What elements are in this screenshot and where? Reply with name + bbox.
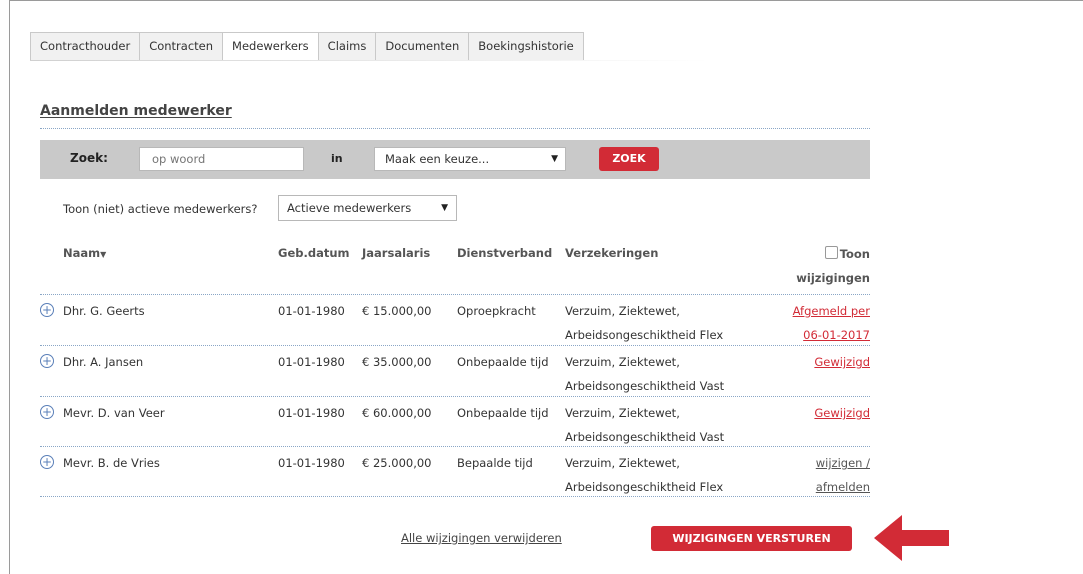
cell-jaarsalaris: € 25.000,00 <box>362 456 432 470</box>
tab-claims[interactable]: Claims <box>318 32 377 61</box>
search-bar: Zoek: in Maak een keuze... ▼ ZOEK <box>40 140 870 179</box>
table-row: + Dhr. A. Jansen 01-01-1980 € 35.000,00 … <box>40 350 870 400</box>
plus-circle-icon[interactable]: + <box>40 455 54 469</box>
status-afgemeld-link[interactable]: Afgemeld per 06-01-2017 <box>793 299 870 347</box>
divider <box>40 294 870 295</box>
divider <box>40 128 870 129</box>
caret-down-icon: ▼ <box>441 203 448 213</box>
remove-all-changes-link[interactable]: Alle wijzigingen verwijderen <box>401 531 562 545</box>
cell-verzekeringen-2: Arbeidsongeschiktheid Vast <box>565 430 725 444</box>
cell-jaarsalaris: € 60.000,00 <box>362 406 432 420</box>
divider <box>40 396 870 397</box>
plus-circle-icon[interactable]: + <box>40 354 54 368</box>
toon-wijzigingen-toggle[interactable]: Toon <box>780 246 870 261</box>
sort-down-icon: ▼ <box>100 250 107 259</box>
search-input[interactable] <box>139 147 304 171</box>
wijzigen-link[interactable]: wijzigen / <box>816 456 870 470</box>
caret-down-icon: ▼ <box>551 154 558 164</box>
checkbox-icon[interactable] <box>824 246 838 259</box>
tab-boekingshistorie[interactable]: Boekingshistorie <box>469 32 584 61</box>
search-button[interactable]: ZOEK <box>599 147 659 171</box>
status-line-1[interactable]: Gewijzigd <box>814 406 870 420</box>
wijzigingen-label: wijzigingen <box>796 271 870 285</box>
cell-verzekeringen-2: Arbeidsongeschiktheid Flex <box>565 328 724 342</box>
tab-bar: Contracthouder Contracten Medewerkers Cl… <box>30 32 584 61</box>
active-filter-select[interactable]: Actieve medewerkers ▼ <box>278 195 457 221</box>
cell-jaarsalaris: € 15.000,00 <box>362 304 432 318</box>
column-header-naam[interactable]: Naam▼ <box>63 246 106 260</box>
cell-dienstverband: Onbepaalde tijd <box>457 406 549 420</box>
cell-naam: Mevr. D. van Veer <box>63 406 165 420</box>
tab-contracthouder[interactable]: Contracthouder <box>30 32 141 61</box>
send-changes-button[interactable]: WIJZIGINGEN VERSTUREN <box>651 526 852 551</box>
column-header-dienstverband: Dienstverband <box>457 246 553 260</box>
cell-dienstverband: Bepaalde tijd <box>457 456 533 470</box>
plus-circle-icon[interactable]: + <box>40 303 54 317</box>
cell-dienstverband: Onbepaalde tijd <box>457 355 549 369</box>
status-line-1[interactable]: Gewijzigd <box>814 355 870 369</box>
cell-dienstverband: Oproepkracht <box>457 304 536 318</box>
status-wijzigen-link[interactable]: wijzigen / afmelden <box>816 451 870 499</box>
status-line-1[interactable]: Afgemeld per <box>793 304 870 318</box>
table-row: + Dhr. G. Geerts 01-01-1980 € 15.000,00 … <box>40 299 870 349</box>
column-header-gebdatum: Geb.datum <box>278 246 350 260</box>
divider <box>40 496 870 497</box>
red-arrow-left-icon <box>874 515 949 561</box>
tab-medewerkers[interactable]: Medewerkers <box>223 32 319 61</box>
search-category-value: Maak een keuze... <box>385 152 490 166</box>
cell-verzekeringen: Verzuim, Ziektewet, <box>565 406 680 420</box>
active-filter-value: Actieve medewerkers <box>287 201 412 215</box>
cell-gebdatum: 01-01-1980 <box>278 406 345 420</box>
cell-verzekeringen: Verzuim, Ziektewet, <box>565 456 680 470</box>
filter-label: Toon (niet) actieve medewerkers? <box>63 202 258 216</box>
cell-verzekeringen-2: Arbeidsongeschiktheid Flex <box>565 480 724 494</box>
tab-contracten[interactable]: Contracten <box>140 32 224 61</box>
section-title: Aanmelden medewerker <box>40 103 232 119</box>
status-gewijzigd-link[interactable]: Gewijzigd <box>814 401 870 425</box>
table-row: + Mevr. D. van Veer 01-01-1980 € 60.000,… <box>40 401 870 451</box>
status-line-2[interactable]: 06-01-2017 <box>803 328 870 342</box>
table-row: + Mevr. B. de Vries 01-01-1980 € 25.000,… <box>40 451 870 501</box>
column-header-naam-label: Naam <box>63 246 101 260</box>
divider <box>40 446 870 447</box>
in-label: in <box>331 152 343 165</box>
cell-verzekeringen: Verzuim, Ziektewet, <box>565 304 680 318</box>
cell-naam: Dhr. G. Geerts <box>63 304 145 318</box>
cell-verzekeringen-2: Arbeidsongeschiktheid Vast <box>565 379 725 393</box>
cell-gebdatum: 01-01-1980 <box>278 355 345 369</box>
cell-naam: Mevr. B. de Vries <box>63 456 160 470</box>
search-label: Zoek: <box>70 151 108 165</box>
cell-jaarsalaris: € 35.000,00 <box>362 355 432 369</box>
toon-label: Toon <box>839 247 870 261</box>
search-category-select[interactable]: Maak een keuze... ▼ <box>374 147 566 171</box>
column-header-verzekeringen: Verzekeringen <box>565 246 659 260</box>
cell-verzekeringen: Verzuim, Ziektewet, <box>565 355 680 369</box>
plus-circle-icon[interactable]: + <box>40 405 54 419</box>
tab-divider <box>30 60 710 61</box>
status-gewijzigd-link[interactable]: Gewijzigd <box>814 350 870 374</box>
cell-gebdatum: 01-01-1980 <box>278 456 345 470</box>
divider <box>40 345 870 346</box>
afmelden-link[interactable]: afmelden <box>816 480 870 494</box>
column-header-jaarsalaris: Jaarsalaris <box>362 246 431 260</box>
tab-documenten[interactable]: Documenten <box>376 32 470 61</box>
cell-gebdatum: 01-01-1980 <box>278 304 345 318</box>
cell-naam: Dhr. A. Jansen <box>63 355 144 369</box>
